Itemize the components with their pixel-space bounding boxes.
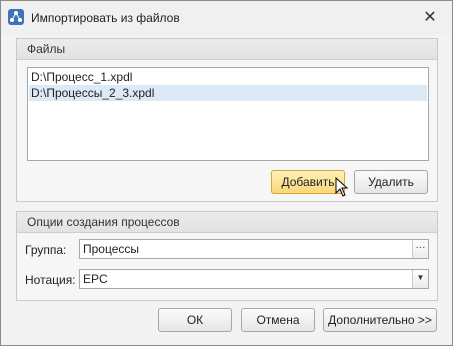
ok-button[interactable]: ОК [158,308,232,332]
group-field-value: Процессы [83,242,140,256]
delete-button[interactable]: Удалить [354,170,428,194]
close-icon[interactable]: ✕ [420,9,440,27]
file-list-item[interactable]: D:\Процесс_1.xpdl [29,69,427,85]
add-button[interactable]: Добавить [271,170,345,194]
app-network-icon [8,9,24,25]
more-options-button[interactable]: Дополнительно >> [323,308,437,332]
notation-select[interactable]: EPC [79,269,429,289]
import-dialog: Импортировать из файлов ✕ Файлы D:\Проце… [0,0,453,346]
chevron-down-icon[interactable]: ▼ [412,270,428,288]
files-group-header: Файлы [17,39,437,60]
group-field[interactable]: Процессы [79,239,429,259]
options-group-title: Опции создания процессов [27,215,180,229]
browse-ellipsis-icon[interactable]: ··· [412,240,428,258]
mouse-pointer-icon [335,177,349,197]
notation-label: Нотация: [25,273,76,287]
options-group-header: Опции создания процессов [17,212,437,233]
window-title: Импортировать из файлов [31,11,180,25]
files-group-title: Файлы [27,42,66,56]
notation-select-value: EPC [83,272,108,286]
file-list[interactable]: D:\Процесс_1.xpdl D:\Процессы_2_3.xpdl [27,67,429,161]
group-label: Группа: [25,243,67,257]
title-bar: Импортировать из файлов ✕ [1,1,452,35]
cancel-button[interactable]: Отмена [241,308,315,332]
file-list-item-selected[interactable]: D:\Процессы_2_3.xpdl [29,85,427,101]
